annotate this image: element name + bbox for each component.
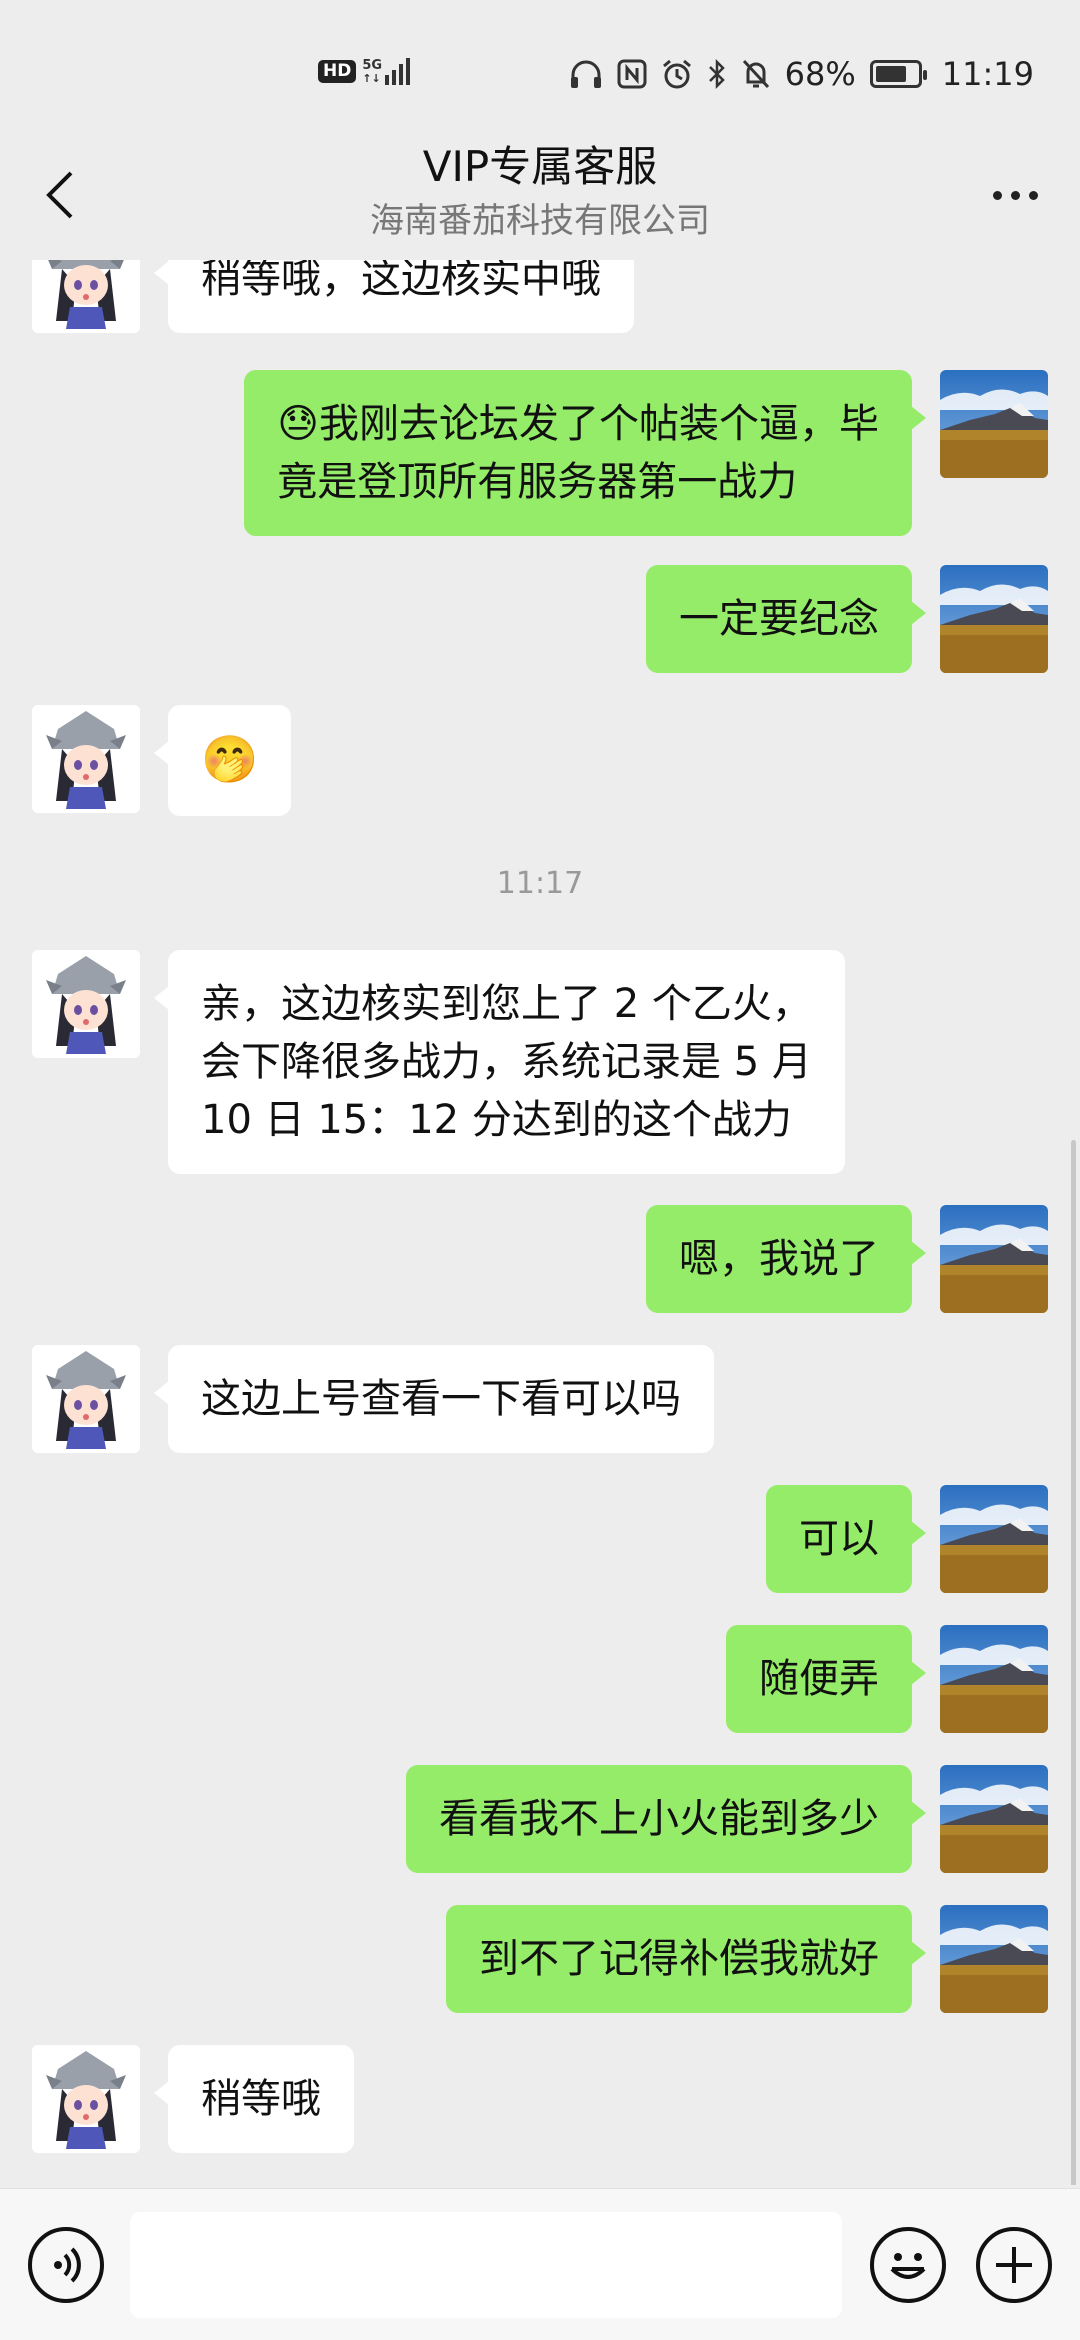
plus-button[interactable] — [976, 2227, 1052, 2303]
message-text: 这边上号查看一下看可以吗 — [201, 1376, 681, 1422]
headphones-icon — [570, 60, 601, 88]
service-avatar[interactable] — [32, 2045, 140, 2153]
service-avatar[interactable] — [32, 705, 140, 813]
more-dot — [1010, 190, 1020, 200]
message-text: 稍等哦 — [201, 2076, 321, 2122]
message-text: 随便弄 — [759, 1656, 879, 1702]
user-avatar[interactable] — [940, 1625, 1048, 1733]
message-text: 亲，这边核实到您上了 2 个乙火， — [201, 981, 812, 1027]
battery-percent: 68% — [784, 55, 856, 93]
message-text: 一定要纪念 — [679, 596, 879, 642]
message-bubble[interactable]: 🤭 — [153, 705, 292, 816]
bluetooth-icon — [708, 58, 725, 90]
user-avatar[interactable] — [940, 565, 1048, 673]
message-bubble[interactable]: 可以 — [766, 1485, 926, 1593]
emoji-button[interactable] — [870, 2227, 946, 2303]
message-bubble[interactable]: 这边上号查看一下看可以吗 — [154, 1345, 714, 1453]
message-input[interactable] — [130, 2212, 842, 2318]
hd-badge: HD — [318, 60, 357, 83]
mute-bell-icon — [742, 59, 769, 89]
message-text: 我刚去论坛发了个帖装个逼，毕 — [319, 401, 879, 447]
voice-button[interactable] — [28, 2227, 104, 2303]
message-bubble[interactable]: 亲，这边核实到您上了 2 个乙火， 会下降很多战力，系统记录是 5 月 10 日 1… — [154, 950, 845, 1174]
message-text: 看看我不上小火能到多少 — [439, 1796, 879, 1842]
message-bubble[interactable]: 看看我不上小火能到多少 — [406, 1765, 926, 1873]
user-avatar[interactable] — [940, 1485, 1048, 1593]
message-bubble[interactable]: 一定要纪念 — [646, 565, 926, 673]
service-avatar[interactable] — [32, 260, 140, 333]
alarm-icon — [662, 59, 691, 89]
message-text: 嗯，我说了 — [679, 1236, 879, 1282]
emoji: 😓 — [277, 401, 319, 447]
message-bubble[interactable]: 😓我刚去论坛发了个帖装个逼，毕竟是登顶所有服务器第一战力 — [244, 370, 926, 536]
message-text: 10 日 15：12 分达到的这个战力 — [201, 1097, 792, 1143]
emoji-icon — [890, 2253, 926, 2279]
network-label: 5G — [362, 58, 383, 73]
status-bar: HD 5G ↑↓ 68% 11:19 — [0, 0, 1080, 150]
user-avatar[interactable] — [940, 1765, 1048, 1873]
emoji: 🤭 — [201, 732, 259, 786]
service-avatar[interactable] — [32, 950, 140, 1058]
message-bubble[interactable]: 随便弄 — [726, 1625, 926, 1733]
voice-icon — [54, 2247, 81, 2283]
input-bar — [0, 2188, 1080, 2340]
plus-icon — [996, 2247, 1032, 2283]
message-text: 可以 — [799, 1516, 879, 1562]
message-bubble[interactable]: 稍等哦 — [154, 2045, 354, 2153]
message-text: 会下降很多战力，系统记录是 5 月 — [201, 1039, 812, 1085]
user-avatar[interactable] — [940, 370, 1048, 478]
message-text: 竟是登顶所有服务器第一战力 — [277, 459, 798, 505]
nfc-icon — [617, 59, 647, 89]
chat-area[interactable]: 稍等哦，这边核实中哦 😓我刚去论坛发了个帖装个逼，毕竟是登顶所有服务器第一战力一定… — [0, 260, 1080, 2185]
chat-title: VIP专属客服 — [422, 142, 658, 191]
message-bubble[interactable]: 嗯，我说了 — [646, 1205, 926, 1313]
message-bubble[interactable]: 稍等哦，这边核实中哦 — [154, 260, 634, 333]
cellular-signal-icon: 5G ↑↓ — [362, 58, 411, 85]
service-avatar[interactable] — [32, 1345, 140, 1453]
more-button[interactable] — [980, 170, 1050, 220]
message-text: 到不了记得补偿我就好 — [479, 1936, 879, 1982]
scrollbar[interactable] — [1071, 1140, 1076, 2185]
user-avatar[interactable] — [940, 1205, 1048, 1313]
clock: 11:19 — [941, 55, 1034, 93]
more-dot — [992, 190, 1002, 200]
user-avatar[interactable] — [940, 1905, 1048, 2013]
message-text: 稍等哦，这边核实中哦 — [201, 260, 601, 302]
battery-icon — [869, 60, 927, 88]
status-left: HD 5G ↑↓ — [318, 58, 411, 85]
status-right: 68% 11:19 — [569, 55, 1034, 93]
more-dot — [1028, 190, 1038, 200]
chat-header: VIP专属客服 海南番茄科技有限公司 — [0, 140, 1080, 265]
chat-subtitle: 海南番茄科技有限公司 — [370, 201, 710, 241]
message-bubble[interactable]: 到不了记得补偿我就好 — [446, 1905, 926, 2013]
timestamp: 11:17 — [496, 866, 584, 901]
